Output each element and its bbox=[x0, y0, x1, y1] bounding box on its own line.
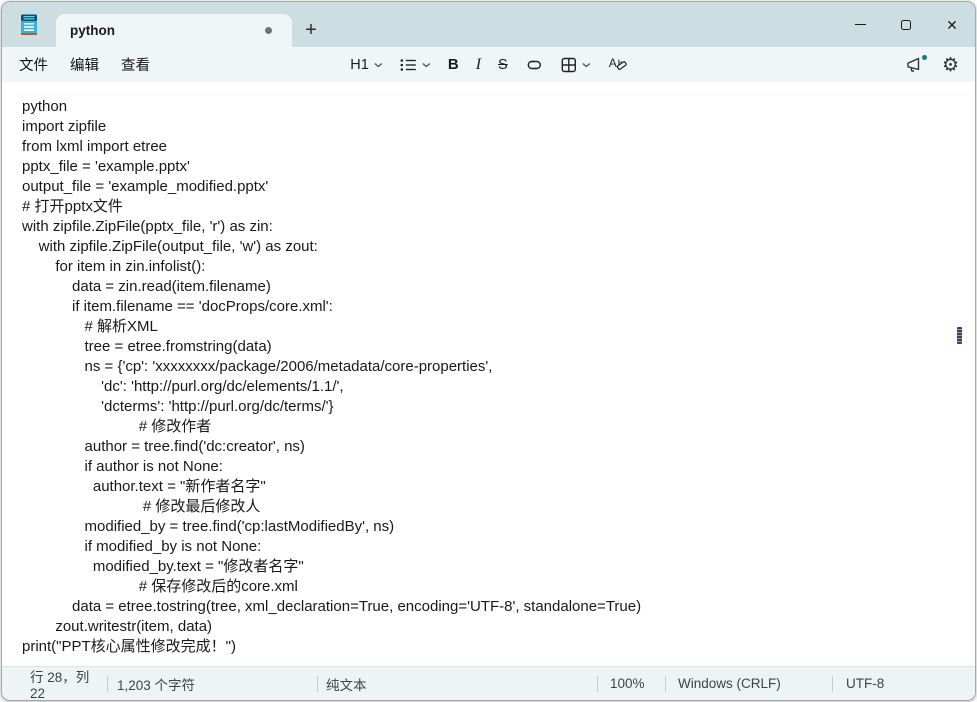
link-icon bbox=[527, 60, 541, 69]
clear-formatting-icon: A b bbox=[609, 56, 627, 70]
minimize-button[interactable] bbox=[837, 2, 883, 47]
cursor-position: 行 28，列 22 bbox=[30, 670, 90, 701]
line-ending: Windows (CRLF) bbox=[665, 675, 832, 692]
clear-formatting-button[interactable]: A b bbox=[608, 56, 627, 73]
heading-dropdown[interactable]: H1 bbox=[350, 57, 383, 73]
announcement-button[interactable] bbox=[905, 54, 927, 73]
italic-icon: I bbox=[475, 55, 482, 73]
notepad-window: python + ✕ 文件 编辑 查看 H1 B I S A ⚙ python … bbox=[1, 1, 976, 701]
minimize-icon bbox=[854, 23, 866, 26]
list-dropdown[interactable] bbox=[400, 58, 431, 72]
notepad-icon bbox=[2, 2, 56, 47]
tab-title: python bbox=[70, 23, 115, 38]
notification-dot bbox=[921, 54, 927, 60]
close-icon: ✕ bbox=[946, 16, 958, 33]
new-tab-button[interactable]: + bbox=[292, 14, 330, 47]
maximize-icon bbox=[901, 19, 911, 30]
close-button[interactable]: ✕ bbox=[929, 2, 975, 47]
bold-icon: B bbox=[447, 56, 459, 73]
toolbar: 文件 编辑 查看 H1 B I S A ⚙ bbox=[2, 47, 975, 82]
document-type: 纯文本 bbox=[317, 675, 597, 693]
bullet-list-icon bbox=[400, 58, 416, 71]
window-controls: ✕ bbox=[837, 2, 975, 47]
strikethrough-icon: S bbox=[498, 56, 508, 73]
italic-button[interactable]: I bbox=[476, 56, 481, 74]
chevron-down-icon bbox=[582, 62, 591, 67]
character-count: 1,203 个字符 bbox=[107, 675, 317, 693]
table-icon bbox=[561, 57, 576, 72]
chevron-down-icon bbox=[374, 62, 383, 67]
heading-label: H1 bbox=[350, 56, 369, 73]
formatting-toolbar: H1 B I S A bbox=[350, 56, 627, 74]
link-button[interactable] bbox=[525, 58, 544, 72]
titlebar-drag-area[interactable] bbox=[330, 2, 837, 47]
text-editor[interactable]: python import zipfile from lxml import e… bbox=[2, 82, 975, 666]
zoom-level: 100% bbox=[597, 675, 665, 692]
menubar: 文件 编辑 查看 bbox=[2, 54, 150, 75]
titlebar: python + ✕ bbox=[2, 2, 975, 47]
menu-view[interactable]: 查看 bbox=[121, 54, 150, 75]
menu-file[interactable]: 文件 bbox=[19, 54, 48, 75]
bold-button[interactable]: B bbox=[448, 56, 459, 73]
statusbar: 行 28，列 22 1,203 个字符 纯文本 100% Windows (CR… bbox=[2, 666, 975, 700]
menu-edit[interactable]: 编辑 bbox=[70, 54, 99, 75]
toolbar-right: ⚙ bbox=[905, 54, 959, 76]
encoding: UTF-8 bbox=[832, 675, 975, 692]
maximize-button[interactable] bbox=[883, 2, 929, 47]
settings-button[interactable]: ⚙ bbox=[942, 54, 959, 76]
chevron-down-icon bbox=[422, 62, 431, 67]
strikethrough-button[interactable]: S bbox=[498, 57, 508, 73]
editor-content[interactable]: python import zipfile from lxml import e… bbox=[2, 82, 975, 657]
tab-python[interactable]: python bbox=[56, 14, 292, 47]
scrollbar-thumb[interactable] bbox=[957, 327, 962, 344]
unsaved-indicator-dot bbox=[265, 27, 272, 34]
gear-icon: ⚙ bbox=[941, 53, 959, 76]
svg-text:A: A bbox=[609, 56, 617, 70]
table-dropdown[interactable] bbox=[561, 57, 591, 73]
